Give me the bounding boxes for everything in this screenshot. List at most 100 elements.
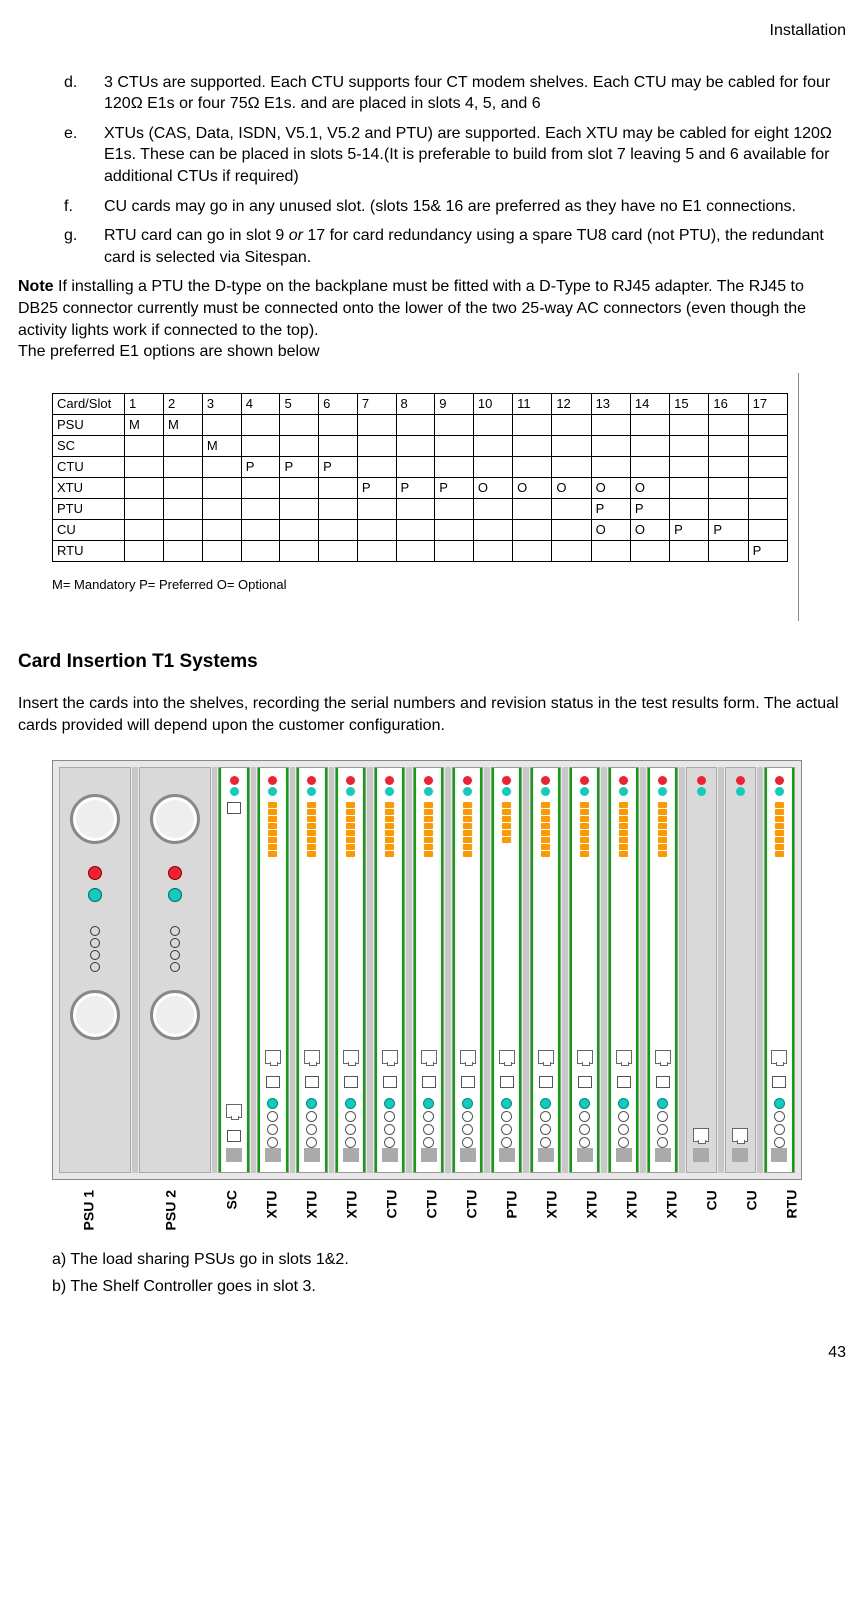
table-cell <box>513 456 552 477</box>
led-red-icon <box>697 776 706 785</box>
slot-divider <box>601 767 607 1173</box>
connector-icon <box>422 1076 436 1088</box>
led-green-icon <box>658 787 667 796</box>
table-cell <box>435 519 474 540</box>
xtu-card <box>608 767 639 1173</box>
table-cell: P <box>630 498 669 519</box>
psu-switch-icon <box>90 926 100 972</box>
table-cell <box>748 519 787 540</box>
label-spacer <box>728 1188 736 1230</box>
amber-led-stack-icon <box>424 802 433 857</box>
table-header-cell: 14 <box>630 393 669 414</box>
note-body: If installing a PTU the D-type on the ba… <box>18 278 806 338</box>
table-cell: M <box>125 414 164 435</box>
led-red-icon <box>307 776 316 785</box>
table-cell <box>357 540 396 561</box>
table-cell <box>202 456 241 477</box>
table-cell: P <box>319 456 358 477</box>
shelf-card-label: PTU <box>496 1188 528 1230</box>
shelf-labels-row: PSU 1PSU 2SCXTUXTUXTUCTUCTUCTUPTUXTUXTUX… <box>52 1188 814 1230</box>
led-red-icon <box>541 776 550 785</box>
table-cell <box>591 540 630 561</box>
led-red-icon <box>580 776 589 785</box>
connector-block-icon <box>693 1148 709 1162</box>
sc-card <box>218 767 249 1173</box>
amber-led-stack-icon <box>385 802 394 857</box>
table-header-cell: 13 <box>591 393 630 414</box>
table-cell <box>435 435 474 456</box>
table-header-cell: 17 <box>748 393 787 414</box>
table-cell <box>280 540 319 561</box>
led-green-icon <box>307 787 316 796</box>
table-cell <box>435 414 474 435</box>
table-cell <box>163 498 202 519</box>
rj-port-icon <box>771 1050 787 1064</box>
table-cell <box>630 540 669 561</box>
connector-block-icon <box>382 1148 398 1162</box>
connector-block-icon <box>421 1148 437 1162</box>
led-green-icon <box>775 787 784 796</box>
led-green-icon <box>346 787 355 796</box>
ctu-card <box>413 767 444 1173</box>
intro-paragraph: Insert the cards into the shelves, recor… <box>18 693 846 736</box>
table-cell: O <box>630 477 669 498</box>
table-cell <box>125 540 164 561</box>
table-cell <box>241 540 280 561</box>
table-cell <box>319 519 358 540</box>
table-cell <box>552 435 591 456</box>
led-green-icon <box>424 787 433 796</box>
shelf-card-label: CTU <box>456 1188 488 1230</box>
slot-table: Card/Slot1234567891011121314151617PSUMMS… <box>52 393 788 562</box>
led-green-icon <box>168 888 182 902</box>
label-spacer <box>208 1188 216 1230</box>
note-block: Note If installing a PTU the D-type on t… <box>18 276 846 362</box>
note-line2: The preferred E1 options are shown below <box>18 343 320 360</box>
label-spacer <box>568 1188 576 1230</box>
label-spacer <box>248 1188 256 1230</box>
label-spacer <box>768 1188 776 1230</box>
table-cell <box>748 456 787 477</box>
list-text-ital: or <box>289 227 303 244</box>
table-cell: P <box>709 519 748 540</box>
table-cell: P <box>591 498 630 519</box>
note-label: Note <box>18 278 54 295</box>
connector-block-icon <box>343 1148 359 1162</box>
port-stack-icon <box>774 1098 785 1148</box>
table-cell <box>552 498 591 519</box>
table-row-header: SC <box>53 435 125 456</box>
ctu-card <box>374 767 405 1173</box>
rj-port-icon <box>265 1050 281 1064</box>
led-red-icon <box>463 776 472 785</box>
table-cell <box>125 498 164 519</box>
connector-icon <box>383 1076 397 1088</box>
table-header-cell: 2 <box>163 393 202 414</box>
connector-icon <box>227 1130 241 1142</box>
led-red-icon <box>346 776 355 785</box>
page-number: 43 <box>828 1342 846 1364</box>
table-cell <box>202 540 241 561</box>
slot-divider <box>523 767 529 1173</box>
table-cell <box>280 435 319 456</box>
xtu-card <box>335 767 366 1173</box>
table-cell <box>163 540 202 561</box>
table-cell <box>513 540 552 561</box>
table-cell: O <box>591 477 630 498</box>
table-cell <box>670 414 709 435</box>
table-cell <box>396 498 435 519</box>
table-cell: O <box>630 519 669 540</box>
led-red-icon <box>502 776 511 785</box>
table-cell <box>241 477 280 498</box>
table-cell <box>241 435 280 456</box>
amber-led-stack-icon <box>346 802 355 857</box>
label-spacer <box>288 1188 296 1230</box>
label-spacer <box>608 1188 616 1230</box>
table-cell <box>357 456 396 477</box>
led-red-icon <box>736 776 745 785</box>
connector-icon <box>578 1076 592 1088</box>
table-cell: P <box>241 456 280 477</box>
slot-divider <box>718 767 724 1173</box>
slot-divider <box>212 767 218 1173</box>
shelf-card-label: XTU <box>656 1188 688 1230</box>
connector-icon <box>344 1076 358 1088</box>
rj-port-icon <box>499 1050 515 1064</box>
